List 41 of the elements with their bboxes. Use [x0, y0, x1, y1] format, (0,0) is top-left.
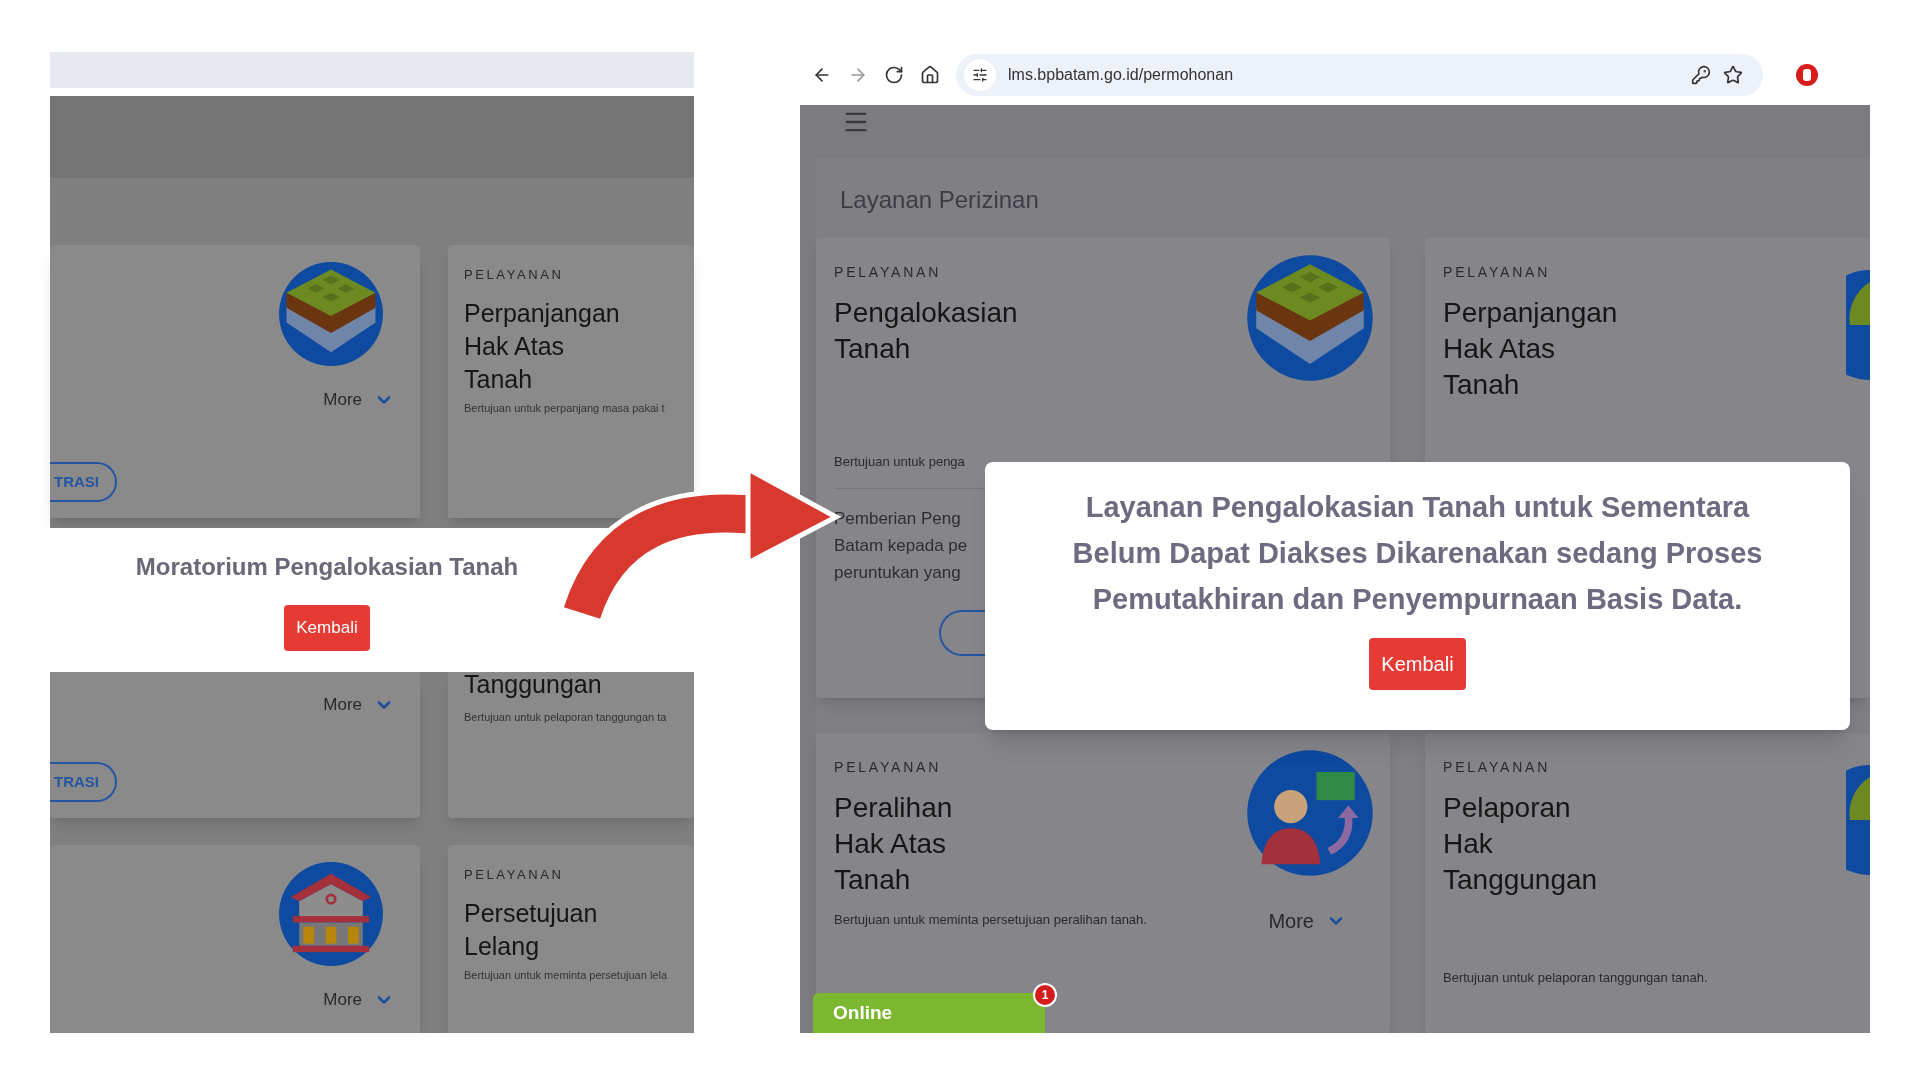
- building-icon: [278, 861, 384, 967]
- card-description: Bertujuan untuk pelaporan tanggungan ta: [464, 710, 667, 725]
- section-title: Layanan Perizinan: [839, 185, 1040, 215]
- card-label: PELAYANAN: [1443, 263, 1551, 282]
- reload-icon[interactable]: [884, 65, 904, 85]
- card-label: PELAYANAN: [834, 758, 942, 777]
- site-settings-icon[interactable]: [964, 59, 996, 91]
- card-description: Bertujuan untuk penga: [834, 453, 965, 471]
- key-icon[interactable]: [1691, 65, 1711, 85]
- notice-title: Moratorium Pengalokasian Tanah: [135, 552, 519, 582]
- more-button[interactable]: More: [323, 987, 394, 1013]
- card-title: Peralihan Hak Atas Tanah: [834, 791, 953, 897]
- url-text: lms.bpbatam.go.id/permohonan: [1008, 65, 1234, 85]
- back-button[interactable]: Kembali: [284, 605, 370, 651]
- home-icon[interactable]: [920, 65, 940, 85]
- card-label: PELAYANAN: [1443, 758, 1551, 777]
- more-button[interactable]: More: [1268, 905, 1346, 936]
- person-transfer-icon: [1246, 749, 1374, 877]
- card-label: PELAYANAN: [834, 263, 942, 282]
- star-icon[interactable]: [1723, 65, 1743, 85]
- land-layers-icon: [1246, 254, 1374, 382]
- card-body-text: Pemberian Peng Batam kepada pe peruntukan yang: [834, 507, 968, 584]
- card-title: Persetujuan Lelang: [464, 897, 598, 962]
- card-description: Bertujuan untuk meminta persetujuan lela: [464, 967, 667, 983]
- card-label: PELAYANAN: [464, 266, 564, 284]
- card-description: Bertujuan untuk meminta persetujuan peralihan tanah.: [834, 911, 1147, 929]
- card-title: Tanggungan: [464, 672, 602, 700]
- card-title: Perpanjangan Hak Atas Tanah: [1443, 296, 1618, 402]
- land-layers-icon: [278, 261, 384, 367]
- card-title: Pelaporan Hak Tanggungan: [1443, 791, 1598, 897]
- card-label: PELAYANAN: [464, 866, 564, 884]
- card-description: Bertujuan untuk pelaporan tanggungan tanah.: [1443, 969, 1708, 987]
- chat-status: Online: [833, 1000, 893, 1025]
- card-description: Bertujuan untuk perpanjang masa pakai t: [464, 400, 665, 416]
- address-bar[interactable]: lms.bpbatam.go.id/permohonan: [956, 54, 1763, 96]
- more-button[interactable]: More: [323, 387, 394, 413]
- modal-message: Layanan Pengalokasian Tanah untuk Sementara Belum Dapat Diakses Dikarenakan sedang Proses Pemutakhiran dan Penyempurnaan Basis Data.: [1072, 490, 1763, 617]
- card-title: Perpanjangan Hak Atas Tanah: [464, 297, 620, 395]
- more-button[interactable]: More: [323, 692, 394, 718]
- card-title: Pengalokasian Tanah: [834, 296, 1018, 366]
- back-button[interactable]: Kembali: [1369, 638, 1466, 690]
